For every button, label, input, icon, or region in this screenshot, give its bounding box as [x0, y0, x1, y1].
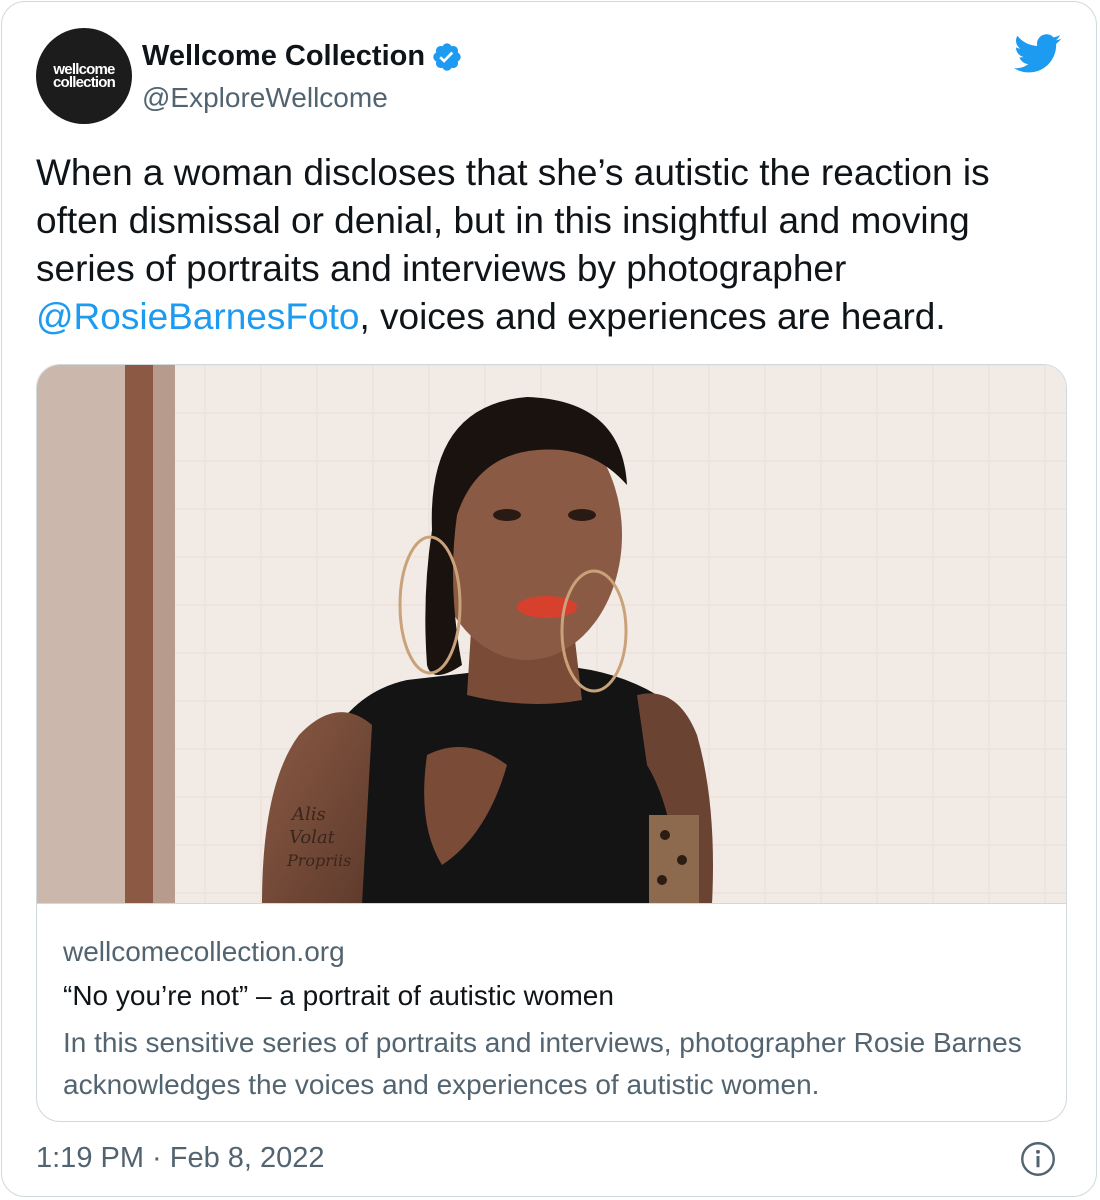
- card-description: In this sensitive series of portraits an…: [63, 1027, 1022, 1100]
- tweet-timestamp[interactable]: 1:19 PM · Feb 8, 2022: [36, 1142, 325, 1175]
- tweet-embed[interactable]: wellcome collection Wellcome Collection …: [1, 1, 1097, 1197]
- author-display-name[interactable]: Wellcome Collection: [142, 40, 425, 73]
- mention-link[interactable]: @RosieBarnesFoto: [36, 296, 359, 337]
- card-domain[interactable]: wellcomecollection.org: [63, 936, 345, 968]
- tweet-text-part1: When a woman discloses that she’s autist…: [36, 152, 990, 289]
- author-name-row[interactable]: Wellcome Collection: [142, 40, 463, 73]
- tattoo-text-3: Propriis: [286, 851, 351, 870]
- tattoo-text-2: Volat: [289, 827, 336, 848]
- tweet-header: wellcome collection Wellcome Collection …: [36, 28, 1062, 128]
- card-title[interactable]: “No you’re not” – a portrait of autistic…: [63, 980, 614, 1012]
- portrait-photo: Alis Volat Propriis: [37, 365, 1066, 903]
- tweet-text: When a woman discloses that she’s autist…: [36, 149, 1066, 341]
- verified-badge-icon: [433, 42, 461, 71]
- author-handle[interactable]: @ExploreWellcome: [142, 82, 388, 114]
- card-image[interactable]: Alis Volat Propriis: [37, 365, 1066, 904]
- avatar[interactable]: wellcome collection: [36, 28, 132, 124]
- tattoo-text-1: Alis: [290, 804, 326, 825]
- avatar-text-line2: collection: [52, 74, 116, 91]
- twitter-bird-icon[interactable]: [1014, 34, 1062, 74]
- tweet-text-part2: , voices and experiences are heard.: [359, 296, 946, 337]
- info-icon[interactable]: [1020, 1141, 1056, 1177]
- link-card[interactable]: Alis Volat Propriis wellcomecollection.o…: [36, 364, 1067, 1122]
